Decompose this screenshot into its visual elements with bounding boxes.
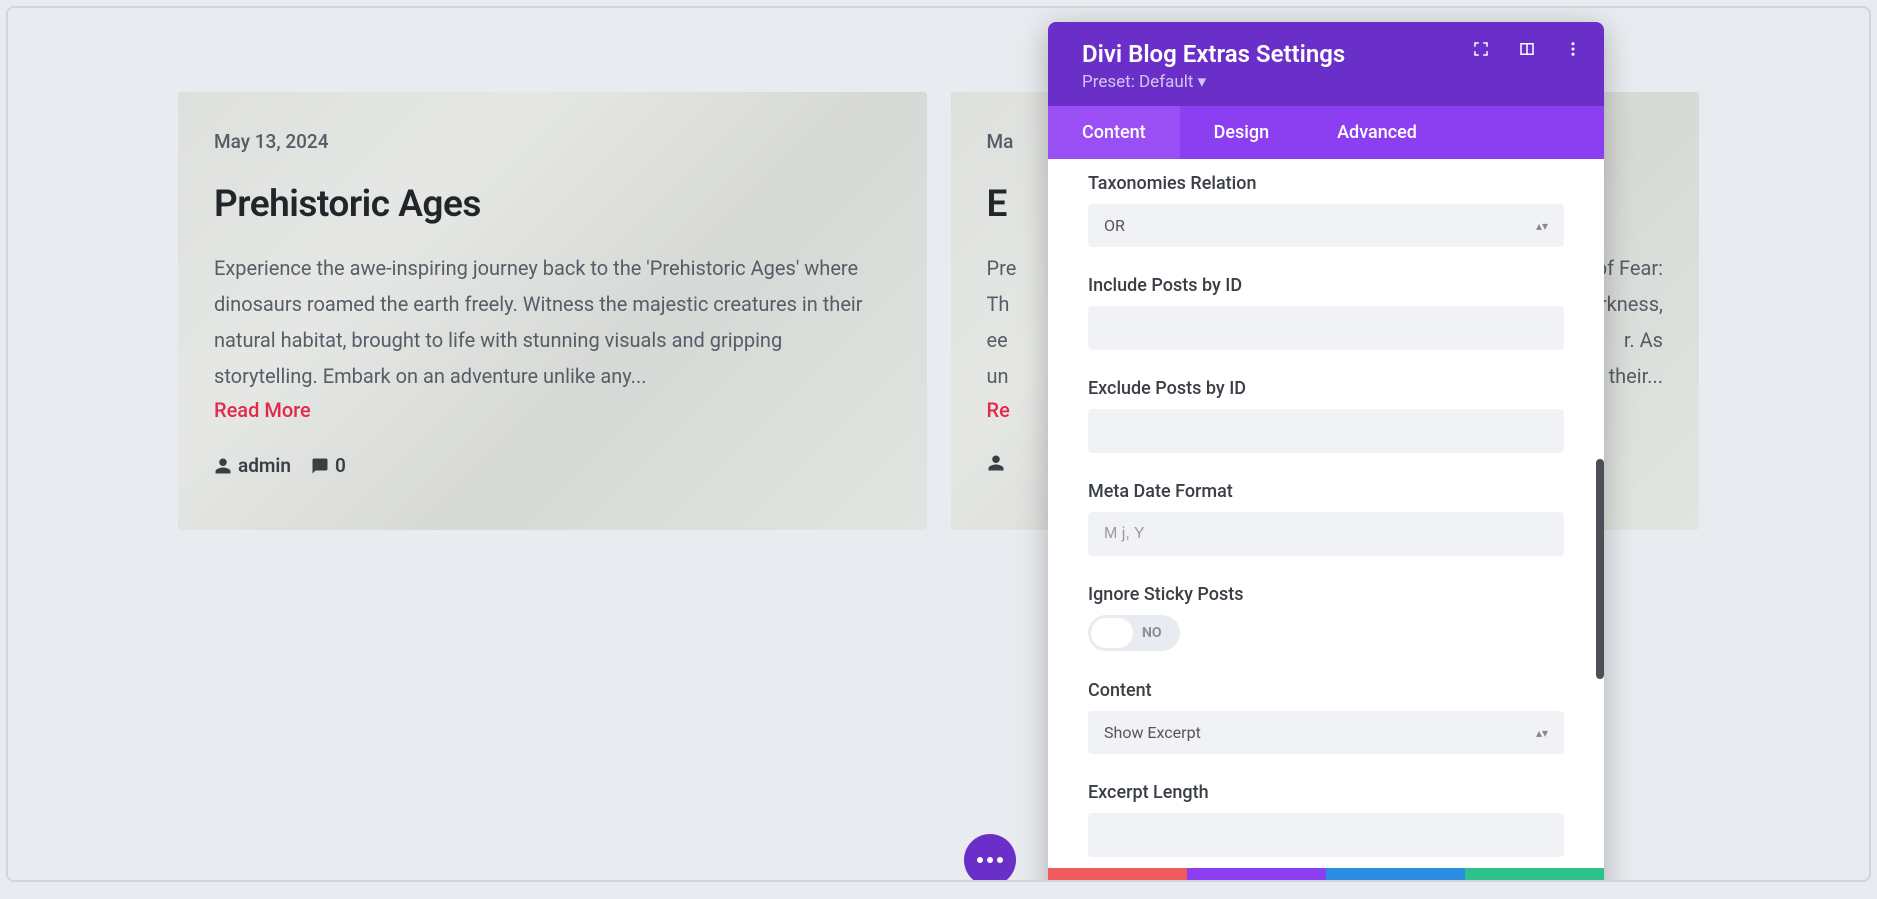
label-meta-date: Meta Date Format	[1088, 481, 1564, 502]
post-comments[interactable]: 0	[311, 454, 346, 477]
comment-icon	[311, 457, 329, 475]
modal-header: Divi Blog Extras Settings Preset: Defaul…	[1048, 22, 1604, 106]
scrollbar[interactable]	[1596, 459, 1604, 679]
user-icon	[214, 457, 232, 475]
label-ignore-sticky: Ignore Sticky Posts	[1088, 584, 1564, 605]
label-include-posts: Include Posts by ID	[1088, 275, 1564, 296]
tab-advanced[interactable]: Advanced	[1303, 106, 1451, 159]
undo-button[interactable]	[1187, 868, 1326, 882]
input-exclude-posts[interactable]	[1088, 409, 1564, 453]
cancel-button[interactable]	[1048, 868, 1187, 882]
select-tax-relation[interactable]: OR ▴▾	[1088, 204, 1564, 247]
tab-design[interactable]: Design	[1180, 106, 1303, 159]
toggle-ignore-sticky[interactable]: NO	[1088, 615, 1180, 651]
preset-selector[interactable]: Preset: Default ▾	[1082, 72, 1570, 92]
modal-footer	[1048, 868, 1604, 882]
select-content[interactable]: Show Excerpt ▴▾	[1088, 711, 1564, 754]
modal-tabs: Content Design Advanced	[1048, 106, 1604, 159]
input-meta-date[interactable]	[1088, 512, 1564, 556]
settings-panel[interactable]: Taxonomies Relation OR ▴▾ Include Posts …	[1048, 159, 1604, 868]
post-excerpt: Experience the awe-inspiring journey bac…	[214, 250, 891, 394]
label-exclude-posts: Exclude Posts by ID	[1088, 378, 1564, 399]
input-include-posts[interactable]	[1088, 306, 1564, 350]
read-more-link[interactable]: Re	[987, 398, 1010, 422]
dock-icon[interactable]	[1518, 40, 1536, 58]
save-button[interactable]	[1465, 868, 1604, 882]
chevron-updown-icon: ▴▾	[1536, 219, 1548, 233]
tab-content[interactable]: Content	[1048, 106, 1180, 159]
label-excerpt-length: Excerpt Length	[1088, 782, 1564, 803]
comment-count: 0	[335, 454, 346, 477]
input-excerpt-length[interactable]	[1088, 813, 1564, 857]
post-title[interactable]: Prehistoric Ages	[214, 183, 891, 226]
read-more-link[interactable]: Read More	[214, 398, 311, 422]
kebab-icon[interactable]	[1564, 40, 1582, 58]
fab-button[interactable]	[964, 834, 1016, 882]
post-author[interactable]: admin	[214, 454, 291, 477]
label-content: Content	[1088, 680, 1564, 701]
post-author[interactable]	[987, 454, 1005, 472]
expand-icon[interactable]	[1472, 40, 1490, 58]
user-icon	[987, 454, 1005, 472]
author-name: admin	[238, 454, 291, 477]
settings-modal: Divi Blog Extras Settings Preset: Defaul…	[1048, 22, 1604, 882]
redo-button[interactable]	[1326, 868, 1465, 882]
chevron-updown-icon: ▴▾	[1536, 726, 1548, 740]
post-date: May 13, 2024	[214, 130, 891, 153]
label-tax-relation: Taxonomies Relation	[1088, 173, 1564, 194]
blog-card[interactable]: May 13, 2024 Prehistoric Ages Experience…	[178, 92, 927, 530]
